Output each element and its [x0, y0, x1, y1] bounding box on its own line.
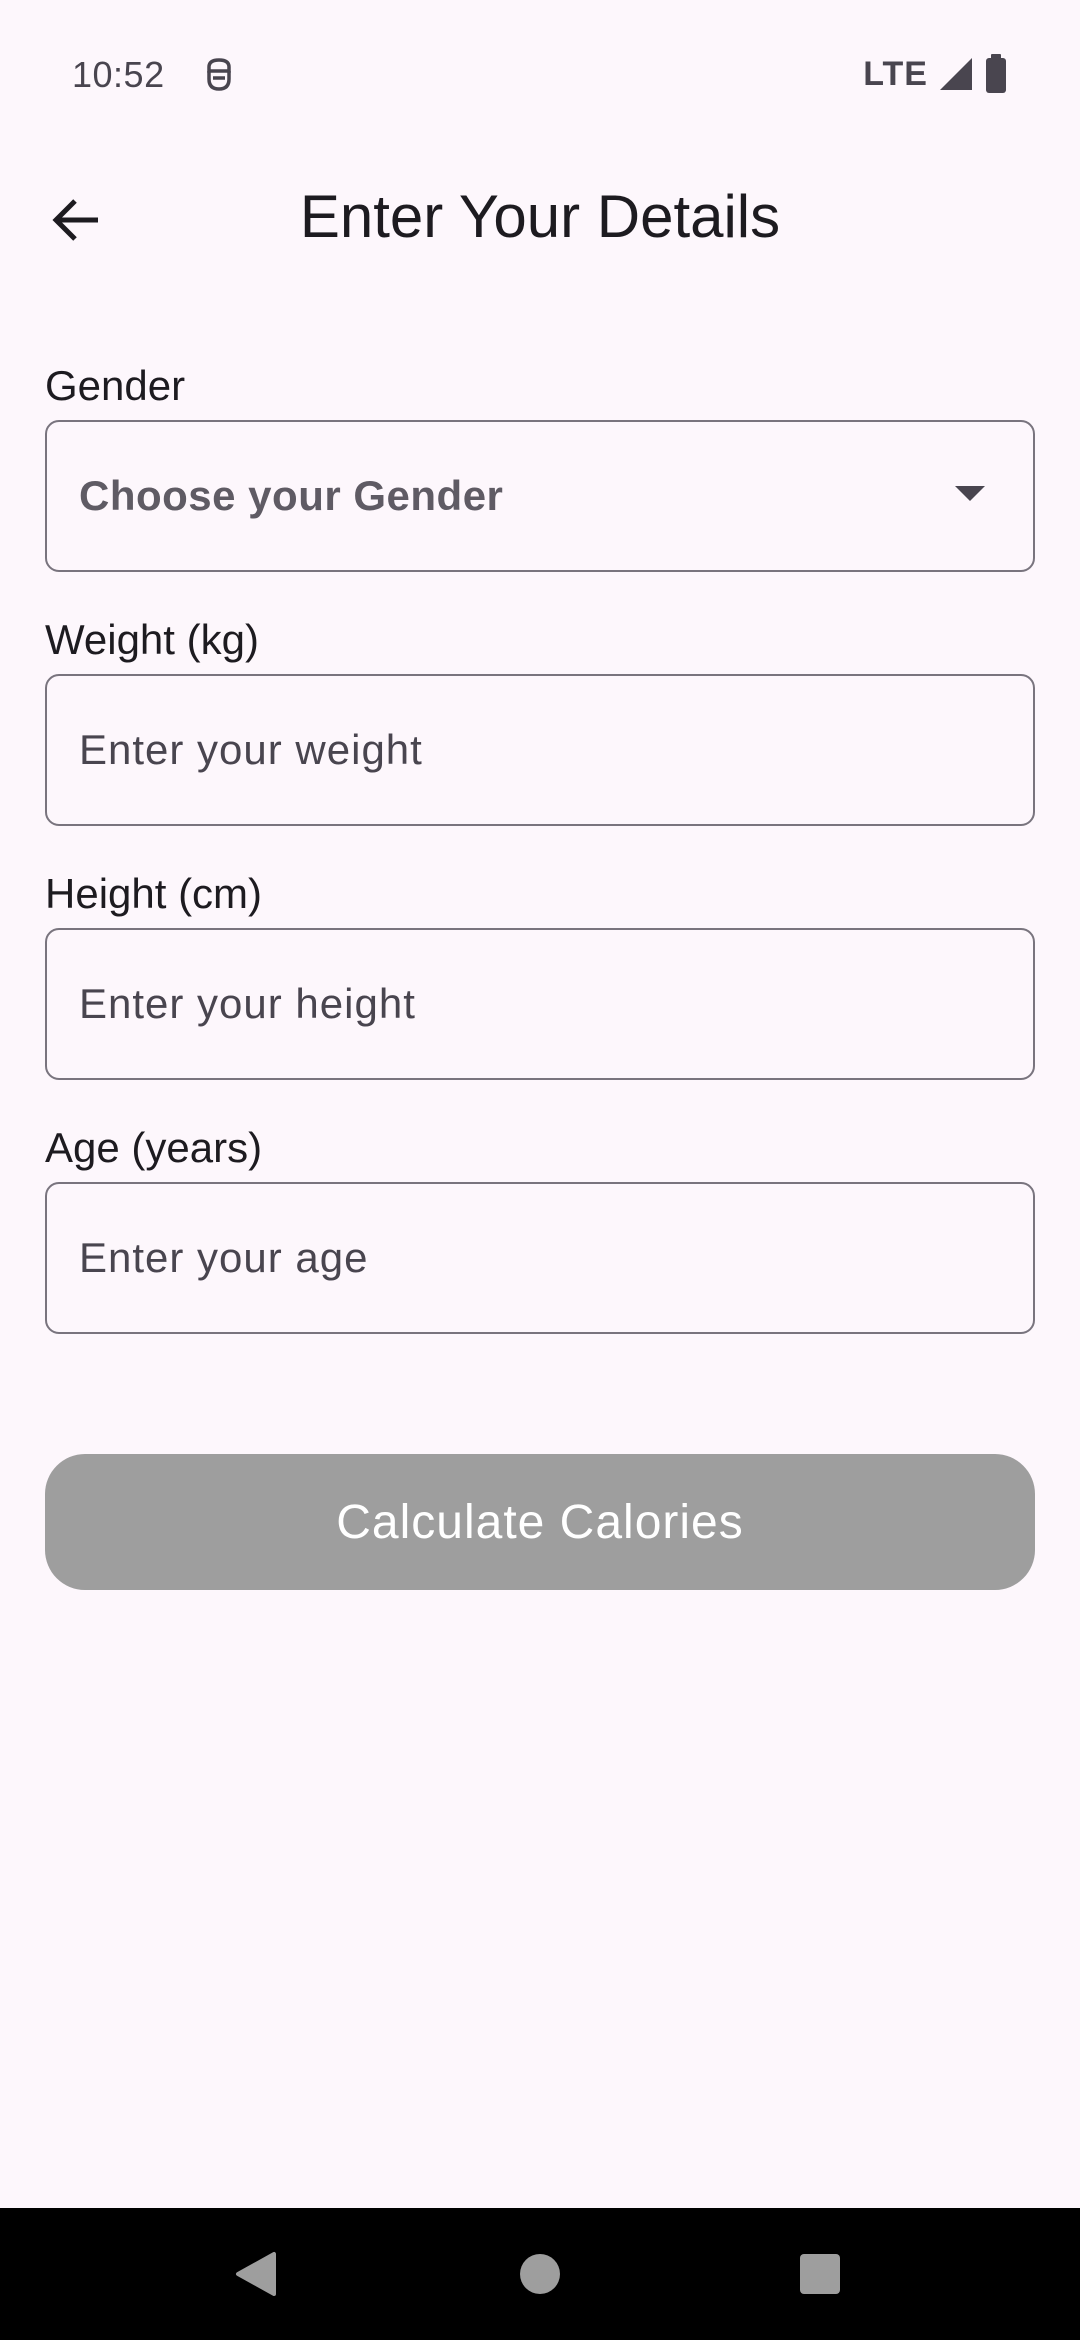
nav-home-button[interactable]	[500, 2234, 580, 2314]
weight-input[interactable]	[79, 726, 1001, 774]
app-bar: Enter Your Details	[0, 160, 1080, 280]
age-label: Age (years)	[45, 1124, 263, 1171]
network-type: LTE	[863, 54, 928, 93]
status-time: 10:52	[72, 54, 165, 95]
calculate-calories-button[interactable]: Calculate Calories	[45, 1454, 1035, 1590]
nav-home-icon	[520, 2254, 560, 2294]
age-input[interactable]	[79, 1234, 1001, 1282]
notification-icon	[207, 58, 231, 91]
nav-recents-icon	[800, 2254, 840, 2294]
weight-field-container	[45, 674, 1035, 826]
gender-dropdown[interactable]: Choose your Gender	[45, 420, 1035, 572]
details-form: Gender Choose your Gender Weight (kg) He…	[45, 340, 1035, 1356]
status-bar: 10:52 LTE	[0, 0, 1080, 150]
nav-recents-button[interactable]	[780, 2234, 860, 2314]
battery-icon	[986, 54, 1006, 93]
status-right-group: LTE	[863, 52, 1008, 96]
signal-icon	[940, 58, 972, 90]
gender-selected-value: Choose your Gender	[79, 472, 504, 519]
dropdown-arrow-icon	[955, 486, 985, 501]
gender-label: Gender	[45, 362, 186, 409]
height-label: Height (cm)	[45, 870, 263, 917]
age-field-container	[45, 1182, 1035, 1334]
navigation-bar	[0, 2208, 1080, 2340]
nav-back-button[interactable]	[216, 2234, 296, 2314]
screen: 10:52 LTE Enter Your Details Gender Choo…	[0, 0, 1080, 2340]
page-title: Enter Your Details	[299, 183, 781, 250]
height-input[interactable]	[79, 980, 1001, 1028]
nav-back-icon	[236, 2252, 276, 2296]
weight-label: Weight (kg)	[45, 616, 259, 663]
height-field-container	[45, 928, 1035, 1080]
